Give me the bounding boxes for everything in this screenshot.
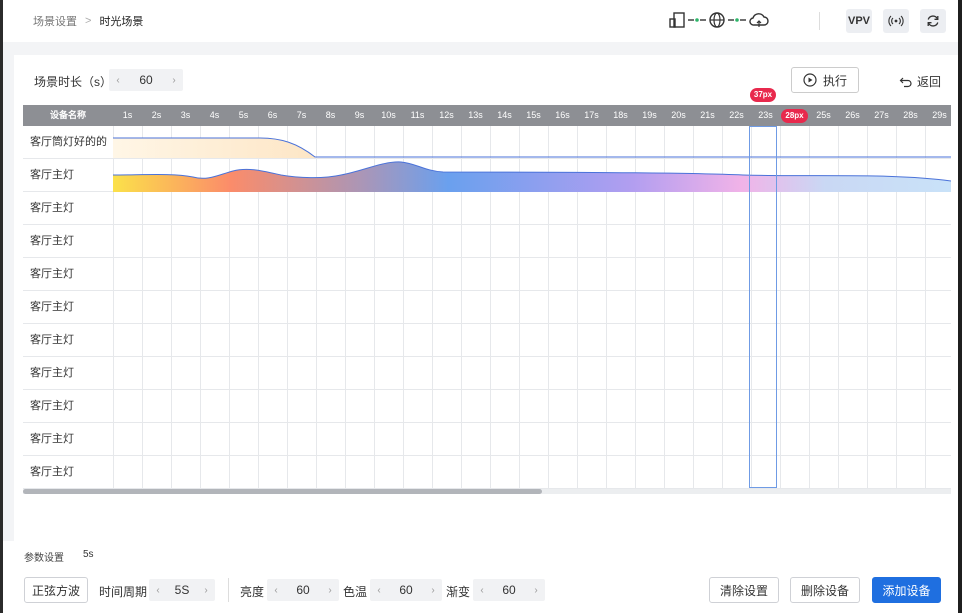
duration-stepper[interactable]: ‹ 60 › [109,69,183,91]
brightness-label: 亮度 [240,585,265,599]
chevron-left-icon[interactable]: ‹ [109,75,127,86]
vpv-button[interactable]: VPV [846,9,872,33]
duration-label: 场景时长（s） [34,75,113,89]
color-temp-stepper[interactable]: ‹ 60 › [370,579,442,601]
chevron-left-icon[interactable]: ‹ [370,585,388,596]
highlight-width-badge: 37px [750,88,776,102]
breadcrumb: 场景设置 > 时光场景 [33,13,143,29]
play-circle-icon [803,73,817,87]
divider [228,578,229,602]
header-divider [819,12,820,30]
chevron-right-icon[interactable]: › [321,585,339,596]
breadcrumb-root[interactable]: 场景设置 [33,13,77,29]
broadcast-icon [888,15,904,27]
top-header: 场景设置 > 时光场景 [3,0,958,42]
params-value: 5s [83,549,94,560]
period-value[interactable]: 5S [167,583,197,597]
clear-settings-button[interactable]: 清除设置 [709,577,779,603]
scene-panel: 场景时长（s） ‹ 60 › 执行 返回 设备名称 1s 2s 3s 4s 5s 6s 7s… [14,55,958,541]
period-stepper[interactable]: ‹ 5S › [149,579,215,601]
fade-label: 渐变 [446,585,471,599]
chevron-left-icon[interactable]: ‹ [473,585,491,596]
delete-device-button[interactable]: 删除设备 [790,577,860,603]
waveform-button[interactable]: 正弦方波 [24,577,88,603]
chevron-right-icon[interactable]: › [165,75,183,86]
execute-button[interactable]: 执行 [791,67,859,93]
window-frame-left [0,0,3,613]
chevron-left-icon[interactable]: ‹ [149,585,167,596]
row2-curve-fill [113,161,951,192]
device-icon [669,12,685,28]
horizontal-scrollbar[interactable] [23,489,951,494]
params-bar: 参数设置 5s 正弦方波 时间周期 ‹ 5S › 亮度 ‹ 60 › 色温 ‹ … [3,541,958,613]
add-device-button[interactable]: 添加设备 [872,577,941,603]
duration-value[interactable]: 60 [127,73,165,87]
window-frame-right [958,0,962,613]
refresh-button[interactable] [920,9,946,33]
chevron-right-icon[interactable]: › [424,585,442,596]
params-label: 参数设置 [24,553,64,564]
refresh-icon [927,15,939,27]
cloud-icon [749,13,769,27]
selected-time-column[interactable] [749,126,777,488]
chevron-right-icon[interactable]: › [527,585,545,596]
undo-icon [899,77,912,87]
fade-stepper[interactable]: ‹ 60 › [473,579,545,601]
globe-icon [709,12,725,28]
breadcrumb-separator: > [85,15,92,27]
color-temp-label: 色温 [343,585,368,599]
timeline-grid: 设备名称 1s 2s 3s 4s 5s 6s 7s 8s 9s 10s 11s 12s 13s 14s 15… [23,105,951,494]
link-connector-icon [728,18,746,22]
color-temp-value[interactable]: 60 [388,583,424,597]
curves-layer [112,137,951,192]
chevron-left-icon[interactable]: ‹ [267,585,285,596]
scrollbar-thumb[interactable] [23,489,542,494]
chevron-right-icon[interactable]: › [197,585,215,596]
execute-label: 执行 [822,73,847,88]
brightness-stepper[interactable]: ‹ 60 › [267,579,339,601]
brightness-value[interactable]: 60 [285,583,321,597]
broadcast-button[interactable] [883,9,909,33]
back-label: 返回 [917,75,942,89]
back-button[interactable]: 返回 [899,73,941,90]
period-label: 时间周期 [99,585,148,599]
fade-value[interactable]: 60 [491,583,527,597]
network-status [668,9,770,31]
link-connector-icon [688,18,706,22]
breadcrumb-current: 时光场景 [99,16,144,28]
